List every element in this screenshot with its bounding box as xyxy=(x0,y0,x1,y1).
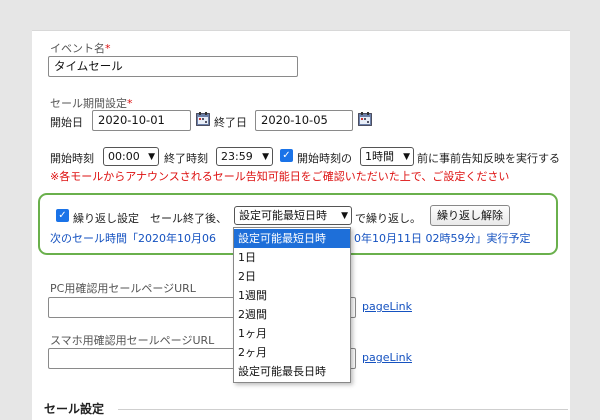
dropdown-option[interactable]: 2週間 xyxy=(234,305,350,324)
calendar-icon[interactable] xyxy=(358,112,373,126)
end-date-input[interactable]: 2020-10-05 xyxy=(255,110,353,131)
end-time-select[interactable]: 23:59 ▼ xyxy=(216,147,273,166)
dropdown-option[interactable]: 設定可能最長日時 xyxy=(234,362,350,381)
chevron-down-icon: ▼ xyxy=(262,152,269,162)
prenotify-suffix: 前に事前告知反映を実行する xyxy=(417,152,560,165)
start-time-value: 00:00 xyxy=(108,150,140,163)
section-divider xyxy=(118,409,568,410)
start-date-input[interactable]: 2020-10-01 xyxy=(92,110,191,131)
check-icon: ✓ xyxy=(282,150,291,161)
pc-page-link[interactable]: pageLink xyxy=(362,300,412,313)
dropdown-option[interactable]: 1ヶ月 xyxy=(234,324,350,343)
repeat-checkbox-label: 繰り返し設定 xyxy=(73,212,139,225)
prenotify-select-value: 1時間 xyxy=(365,150,394,163)
dropdown-option[interactable]: 2日 xyxy=(234,267,350,286)
calendar-icon[interactable] xyxy=(196,112,211,126)
dropdown-option[interactable]: 設定可能最短日時 xyxy=(234,229,350,248)
sp-url-label: スマホ用確認用セールページURL xyxy=(50,334,215,347)
prenotify-checkbox-label: 開始時刻の xyxy=(297,152,352,165)
check-icon: ✓ xyxy=(58,210,67,221)
chevron-down-icon: ▼ xyxy=(341,211,348,221)
required-mark: * xyxy=(127,97,133,110)
event-name-label-text: イベント名 xyxy=(50,42,105,55)
cancel-repeat-button[interactable]: 繰り返し解除 xyxy=(430,205,510,226)
prenotify-checkbox[interactable]: ✓ xyxy=(280,149,293,162)
start-time-select[interactable]: 00:00 ▼ xyxy=(103,147,159,166)
next-sale-time-prefix: 次のセール時間「2020年10月06 xyxy=(50,232,216,245)
end-time-label: 終了時刻 xyxy=(164,152,208,165)
sale-period-label-text: セール期間設定 xyxy=(50,97,127,110)
chevron-down-icon: ▼ xyxy=(403,152,410,162)
prenotify-select[interactable]: 1時間 ▼ xyxy=(360,147,414,166)
chevron-down-icon: ▼ xyxy=(148,152,155,162)
end-date-label: 終了日 xyxy=(214,116,247,129)
event-name-label: イベント名* xyxy=(50,40,111,56)
end-time-value: 23:59 xyxy=(221,150,253,163)
dropdown-option[interactable]: 2ヶ月 xyxy=(234,343,350,362)
required-mark: * xyxy=(105,42,111,55)
repeat-suffix: で繰り返し。 xyxy=(355,212,421,225)
pc-url-label: PC用確認用セールページURL xyxy=(50,282,196,295)
repeat-interval-value: 設定可能最短日時 xyxy=(239,209,327,222)
repeat-interval-dropdown[interactable]: 設定可能最短日時 1日 2日 1週間 2週間 1ヶ月 2ヶ月 設定可能最長日時 xyxy=(233,227,351,383)
dropdown-option[interactable]: 1週間 xyxy=(234,286,350,305)
start-date-label: 開始日 xyxy=(50,116,83,129)
sale-settings-title: セール設定 xyxy=(44,402,105,416)
repeat-interval-select[interactable]: 設定可能最短日時 ▼ xyxy=(234,206,352,225)
sp-page-link[interactable]: pageLink xyxy=(362,351,412,364)
next-sale-time-suffix: 0年10月11日 02時59分」実行予定 xyxy=(354,232,531,245)
event-name-input[interactable]: タイムセール xyxy=(48,56,298,77)
dropdown-option[interactable]: 1日 xyxy=(234,248,350,267)
after-end-label: セール終了後、 xyxy=(150,212,227,225)
schedule-notice: ※各モールからアナウンスされるセール告知可能日をご確認いただいた上で、ご設定くだ… xyxy=(50,170,510,183)
sale-period-label: セール期間設定* xyxy=(50,95,133,111)
start-time-label: 開始時刻 xyxy=(50,152,94,165)
repeat-checkbox[interactable]: ✓ xyxy=(56,209,69,222)
